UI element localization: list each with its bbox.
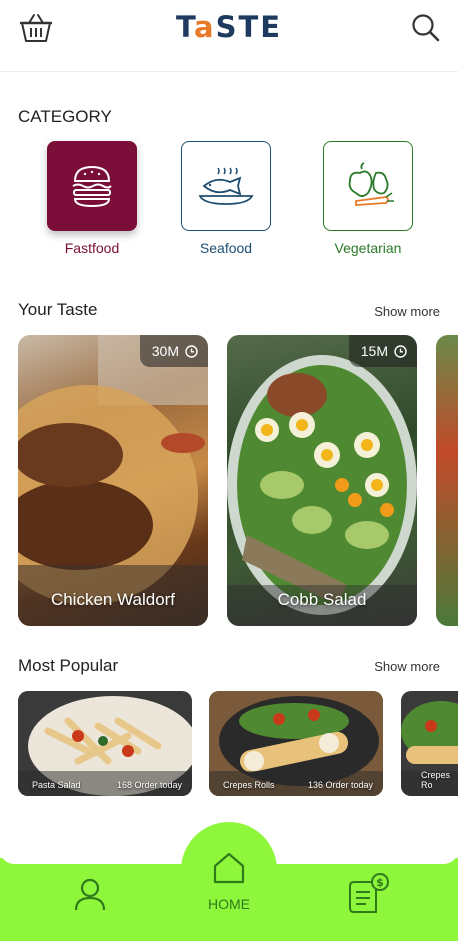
search-icon[interactable] (410, 12, 442, 44)
logo-prefix: T (175, 10, 194, 44)
your-taste-show-more-link[interactable]: Show more (374, 304, 440, 319)
home-icon (213, 852, 245, 884)
your-taste-title: Your Taste (18, 300, 98, 319)
taste-card-partial[interactable] (436, 335, 458, 626)
svg-text:$: $ (376, 876, 384, 889)
bills-icon[interactable]: $ (346, 872, 390, 916)
clock-icon (185, 344, 198, 358)
cobb-salad-photo (227, 355, 417, 626)
taste-card-chicken-waldorf[interactable]: 30M Chicken Waldorf (18, 335, 208, 626)
prep-time-badge: 30M (139, 335, 208, 367)
prep-time-badge: 15M (348, 335, 417, 367)
most-popular-title: Most Popular (18, 656, 119, 675)
popular-card-crepes-rolls[interactable]: Crepes Rolls 136 Order today (209, 691, 383, 796)
card-title: Chicken Waldorf (50, 590, 176, 609)
category-vegetarian-label: Vegetarian (334, 240, 402, 256)
prep-time-value: 30M (151, 343, 179, 359)
popular-card-name: Crepes Rolls (223, 780, 275, 790)
logo-accent: a (193, 10, 216, 44)
most-popular-show-more-link[interactable]: Show more (374, 659, 440, 674)
logo-suffix: STE (215, 10, 283, 44)
fish-platter-icon (198, 167, 254, 205)
popular-card-partial[interactable]: Crepes Ro (401, 691, 458, 796)
popular-card-pasta-salad[interactable]: Pasta Salad 168 Order today (18, 691, 192, 796)
popular-card-name: Crepes Ro (421, 770, 451, 790)
clock-icon (394, 344, 407, 358)
category-fastfood[interactable] (47, 141, 137, 231)
popular-card-name: Pasta Salad (32, 780, 81, 790)
chicken-rice-photo (18, 335, 208, 626)
category-seafood[interactable] (181, 141, 271, 231)
popular-card-orders: 136 Order today (307, 780, 373, 790)
category-fastfood-label: Fastfood (64, 240, 120, 256)
popular-card-orders: 168 Order today (116, 780, 182, 790)
category-vegetarian[interactable] (323, 141, 413, 231)
taste-card-cobb-salad[interactable]: 15M Cobb Salad (227, 335, 417, 626)
home-tab[interactable] (181, 822, 277, 941)
card-title: Cobb Salad (277, 590, 367, 609)
app-header: TaSTE (0, 0, 458, 72)
app-logo: TaSTE (0, 10, 458, 44)
vegetables-icon (348, 162, 394, 206)
category-seafood-label: Seafood (199, 240, 253, 256)
prep-time-value: 15M (360, 343, 388, 359)
home-tab-label: HOME (208, 896, 250, 912)
profile-icon[interactable] (72, 876, 108, 912)
category-title: CATEGORY (18, 107, 112, 126)
burger-icon (72, 165, 112, 208)
